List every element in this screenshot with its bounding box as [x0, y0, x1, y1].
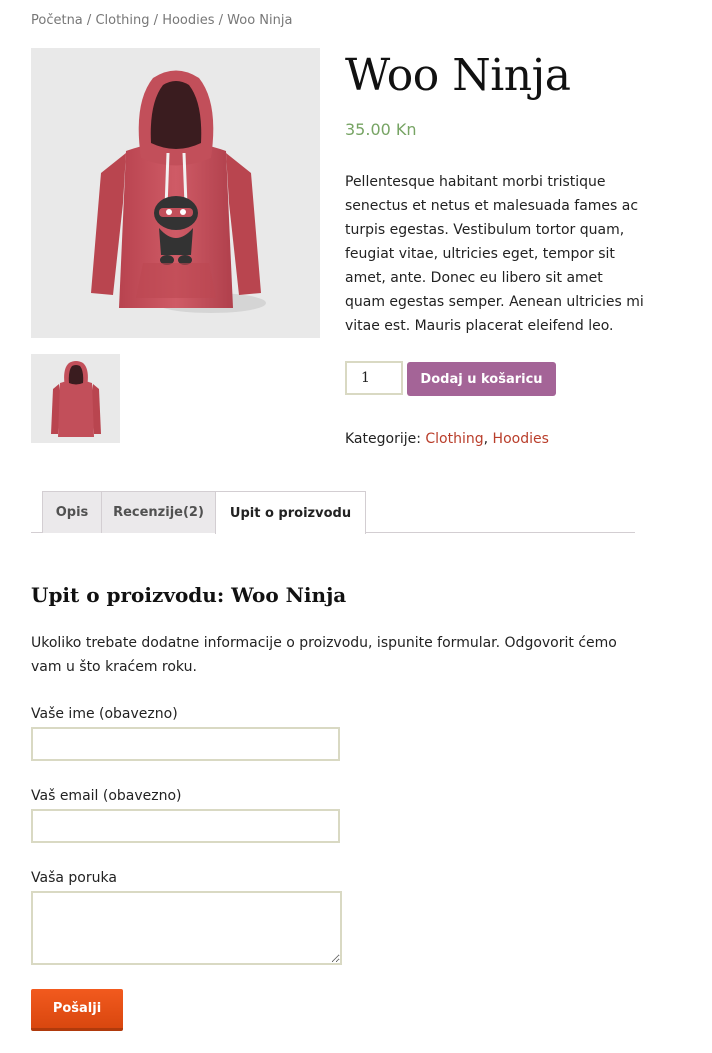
tab-reviews[interactable]: Recenzije(2) — [101, 491, 216, 533]
product-categories: Kategorije: Clothing, Hoodies — [345, 431, 549, 447]
categories-label: Kategorije: — [345, 431, 426, 447]
enquiry-intro: Ukoliko trebate dodatne informacije o pr… — [31, 635, 617, 675]
product-price: 35.00 Kn — [345, 120, 417, 139]
message-textarea[interactable] — [31, 891, 342, 965]
breadcrumb-subcategory[interactable]: Hoodies — [162, 13, 214, 28]
tab-description[interactable]: Opis — [42, 491, 102, 533]
message-field-label: Vaša poruka — [31, 870, 117, 886]
breadcrumb-separator: / — [214, 13, 228, 28]
product-thumbnail[interactable] — [31, 354, 120, 443]
breadcrumb-current: Woo Ninja — [227, 13, 293, 28]
category-link-hoodies[interactable]: Hoodies — [493, 431, 549, 447]
enquiry-title: Upit o proizvodu: Woo Ninja — [31, 583, 347, 607]
breadcrumb-category[interactable]: Clothing — [95, 13, 149, 28]
email-field-label: Vaš email (obavezno) — [31, 788, 182, 804]
breadcrumb-separator: / — [82, 13, 96, 28]
email-input[interactable] — [31, 809, 340, 843]
hoodie-thumbnail-icon — [50, 360, 101, 437]
quantity-input[interactable] — [345, 361, 403, 395]
breadcrumb-home[interactable]: Početna — [31, 13, 83, 28]
hoodie-image-icon — [90, 70, 266, 313]
product-description: Pellentesque habitant morbi tristique se… — [345, 174, 644, 334]
submit-button[interactable]: Pošalji — [31, 989, 123, 1031]
name-input[interactable] — [31, 727, 340, 761]
product-main-image[interactable] — [31, 48, 320, 338]
breadcrumb-separator: / — [149, 13, 163, 28]
categories-separator: , — [483, 431, 493, 447]
tab-product-enquiry[interactable]: Upit o proizvodu — [215, 491, 366, 534]
name-field-label: Vaše ime (obavezno) — [31, 706, 178, 722]
category-link-clothing[interactable]: Clothing — [425, 431, 483, 447]
breadcrumb: Početna / Clothing / Hoodies / Woo Ninja — [31, 13, 292, 28]
product-title: Woo Ninja — [345, 50, 571, 101]
add-to-cart-button[interactable]: Dodaj u košaricu — [407, 362, 556, 396]
